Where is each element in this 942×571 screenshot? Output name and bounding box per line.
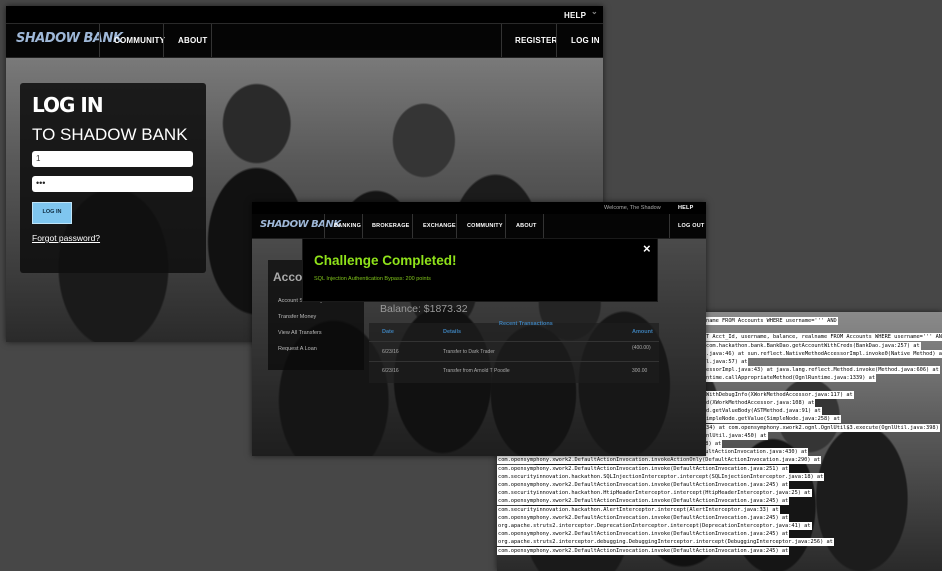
login-heading: LOG IN [32,93,104,117]
nav-account-community[interactable]: COMMUNITY [467,223,503,229]
transactions-table: Date Details Recent Transactions Amount … [369,321,659,383]
row-date: 6/23/16 [382,349,399,355]
login-panel: LOG IN TO SHADOW BANK 1 ••• LOG IN Forgo… [20,83,206,273]
account-main-nav: SHADOW BANK BANKING BROKERAGE EXCHANGE C… [252,214,706,239]
stack-trace-line: d.getValueBody(ASTMethod.java:91) at [705,407,822,416]
stack-trace-line: com.opensymphony.xwork2.DefaultActionInv… [497,513,790,522]
stack-trace-line: T Acct_Id, username, balance, realname F… [705,333,942,342]
stack-trace-line: org.apache.struts2.interceptor.Deprecati… [497,522,812,530]
recent-transactions-header: Recent Transactions [499,321,553,327]
nav-brokerage[interactable]: BROKERAGE [372,223,410,229]
nav-banking[interactable]: BANKING [334,223,361,229]
account-shadow-bank-logo[interactable]: SHADOW BANK [260,219,341,230]
help-link[interactable]: HELP [564,11,586,20]
stack-trace-line: com.opensymphony.xwork2.DefaultActionInv… [497,546,790,555]
table-row: 6/23/16 Transfer from Arnold T Poodle 30… [369,361,659,378]
row-amount: 300.00 [632,368,648,374]
username-value: 1 [36,154,41,163]
login-button-label: LOG IN [42,209,62,215]
row-amount: (400.00) [632,345,651,351]
sidebar-item-view-all-transfers[interactable]: View All Transfers [278,330,322,336]
logout-link[interactable]: LOG OUT [678,223,704,229]
table-row: 6/23/16 Transfer to Dark Trader (400.00) [369,341,659,358]
login-button[interactable]: LOG IN [32,202,72,224]
stack-trace-line: 34) at com.opensymphony.xwork2.ognl.Ognl… [705,423,940,432]
stack-trace-line: com.opensymphony.xwork2.DefaultActionInv… [497,497,790,506]
password-field[interactable]: ••• [32,176,193,192]
stack-trace-line: impleNode.getValue(SimpleNode.java:258) … [705,415,841,424]
stack-trace-line: nlUtil.java:450) at [705,431,768,440]
close-icon[interactable]: × [643,241,651,256]
stack-trace-line: essorImpl.java:43) at java.lang.reflect.… [705,366,940,375]
username-field[interactable]: 1 [32,151,193,167]
stack-trace-line: org.apache.struts2.interceptor.debugging… [497,538,834,547]
col-amount: Amount [632,329,653,335]
nav-register[interactable]: REGISTER [515,36,558,45]
nav-exchange[interactable]: EXCHANGE [423,223,456,229]
stack-trace-line: com.opensymphony.xwork2.DefaultActionInv… [497,481,790,489]
challenge-modal: Challenge Completed! SQL Injection Authe… [302,238,658,302]
stack-trace-line: name FROM Accounts WHERE username=''' AN… [705,317,838,325]
login-main-nav: SHADOW BANK COMMUNITY ABOUT REGISTER LOG… [6,23,603,58]
shadow-bank-logo[interactable]: SHADOW BANK [16,31,123,46]
stack-trace-line: com.opensymphony.xwork2.DefaultActionInv… [497,530,790,539]
chevron-down-icon[interactable]: ⌄ [591,7,598,16]
row-details: Transfer to Dark Trader [443,349,495,355]
login-top-bar: HELP ⌄ [6,6,603,23]
stack-trace-line: com.hackathon.bank.BankDao.getAccountWit… [705,341,921,350]
row-date: 6/23/16 [382,368,399,374]
modal-title: Challenge Completed! [314,253,457,268]
modal-subtitle: SQL Injection Authentication Bypass: 200… [314,276,431,282]
account-window: Welcome, The Shadow HELP SHADOW BANK BAN… [252,202,706,456]
stack-trace-line: l.java:57) at [705,358,749,366]
stack-trace-line: ntime.callAppropriateMethod(OgnlRuntime.… [705,374,877,383]
sidebar-item-request-loan[interactable]: Request A Loan [278,346,317,352]
password-value: ••• [36,178,46,188]
col-details: Details [443,329,462,335]
forgot-password-link[interactable]: Forgot password? [32,233,100,243]
stack-trace-line: WithDebugInfo(XWorkMethodAccessor.java:1… [705,390,854,399]
welcome-text: Welcome, The Shadow [604,205,661,211]
stack-trace-line: com.opensymphony.xwork2.DefaultActionInv… [497,464,790,473]
col-date: Date [382,329,394,335]
stack-trace-line: com.opensymphony.xwork2.DefaultActionInv… [497,456,822,465]
login-subheading: TO SHADOW BANK [32,125,188,144]
stack-trace-line: com.securityinnovation.hackathon.AlertIn… [497,505,780,514]
nav-login[interactable]: LOG IN [571,36,600,45]
nav-community[interactable]: COMMUNITY [114,36,165,45]
stack-trace-line: .java:46) at sun.reflect.NativeMethodAcc… [705,349,942,358]
nav-about[interactable]: ABOUT [178,36,207,45]
nav-account-about[interactable]: ABOUT [516,223,537,229]
stack-trace-line: com.securityinnovation.hackathon.HtipHea… [497,489,812,498]
stack-trace-line: com.securityinnovation.hackathon.SQLInje… [497,472,825,481]
stack-trace-line: d(XWorkMethodAccessor.java:108) at [705,399,816,407]
balance-text: Balance: $1873.32 [380,303,468,315]
sidebar-item-transfer-money[interactable]: Transfer Money [278,314,316,320]
row-details: Transfer from Arnold T Poodle [443,368,510,374]
account-help-link[interactable]: HELP [678,205,693,211]
